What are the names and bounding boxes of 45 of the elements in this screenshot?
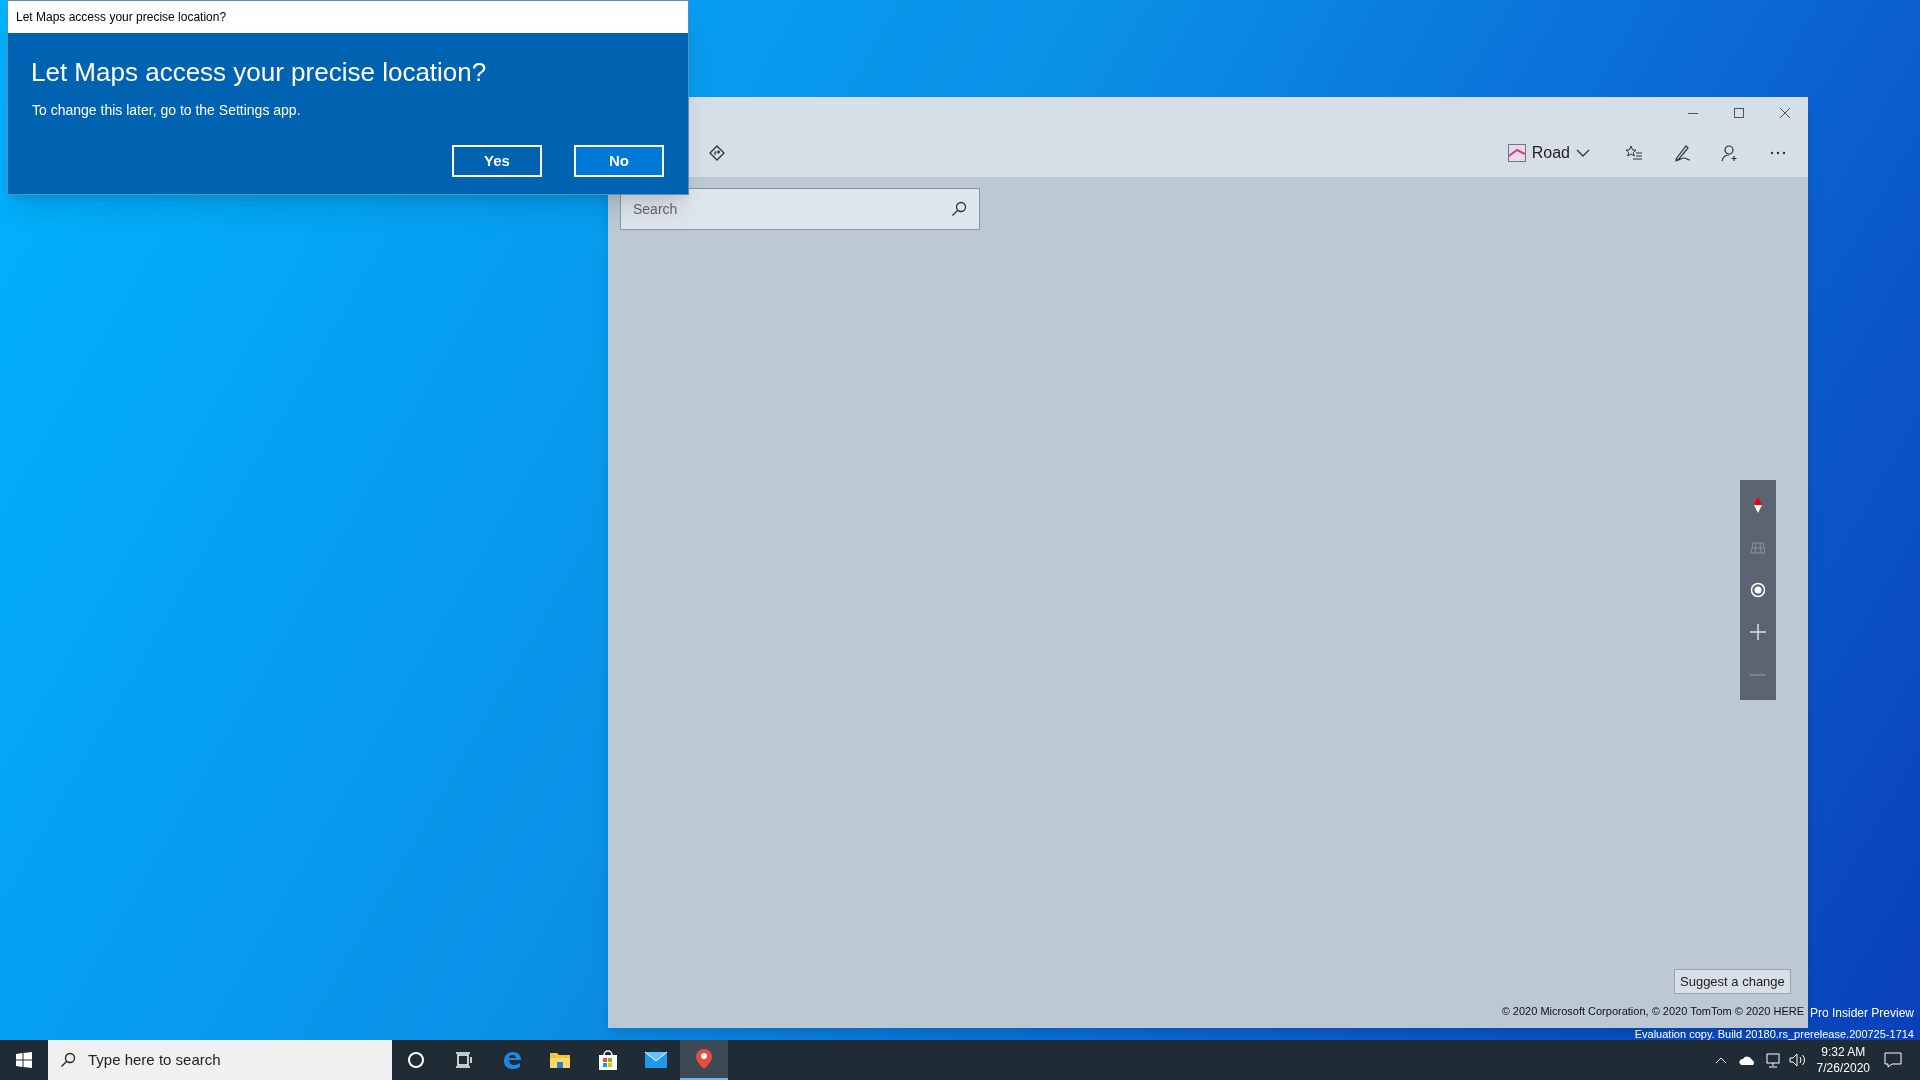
clock-date[interactable]: 7/26/2020 [1816, 1060, 1870, 1076]
search-field[interactable]: Search [633, 198, 951, 220]
network-icon [1764, 1052, 1781, 1068]
close-icon [1780, 108, 1790, 118]
dialog-heading: Let Maps access your precise location? [31, 56, 488, 89]
envelope-icon [644, 1051, 668, 1069]
more-icon [1770, 151, 1786, 155]
copyright-text: © 2020 Microsoft Corporation, © 2020 TomTom © 2020 HERE [1501, 1004, 1804, 1019]
dialog-message: To change this later, go to the Settings app. [32, 101, 302, 120]
e-logo-icon [501, 1049, 523, 1071]
target-icon [1750, 581, 1766, 598]
clock-time[interactable]: 9:32 AM [1821, 1044, 1866, 1060]
desktop-build-text: Evaluation copy. Build 20180.rs_prerelease.200725-1714 [1634, 1028, 1914, 1040]
minimize-icon [1688, 112, 1698, 114]
directions-icon [709, 145, 725, 161]
search-box[interactable]: Search [620, 188, 980, 230]
search-icon [60, 1052, 76, 1068]
dialog-button[interactable]: Yes [452, 145, 542, 177]
maximize-icon [1734, 108, 1744, 118]
chevron-up-icon [1714, 1056, 1727, 1064]
star-list-icon [1625, 145, 1643, 161]
compass-icon [1754, 497, 1762, 514]
plus-icon [1750, 624, 1766, 641]
cloud-icon [1738, 1054, 1757, 1066]
taskbar-search-field[interactable]: Type here to search [88, 1048, 380, 1072]
suggest-change-button[interactable]: Suggest a change [1674, 969, 1791, 994]
chevron-down-icon [1576, 149, 1590, 157]
map-pin-icon [694, 1048, 714, 1070]
task-view-icon [455, 1052, 473, 1068]
map-thumbnail-icon [1507, 144, 1526, 162]
pen-icon [1673, 144, 1691, 162]
shopping-bag-icon [597, 1049, 619, 1071]
dialog-title: Let Maps access your precise location? [8, 1, 688, 33]
desktop-edition-text: Pro Insider Preview [1809, 1006, 1914, 1020]
speaker-icon [1788, 1053, 1807, 1067]
person-plus-icon [1721, 144, 1739, 162]
dialog-button[interactable]: No [574, 145, 664, 177]
circle-icon [407, 1051, 425, 1069]
search-icon [951, 201, 967, 217]
folder-icon [549, 1050, 571, 1070]
taskbar-search-box[interactable]: Type here to search [48, 1040, 392, 1080]
notification-icon [1884, 1052, 1902, 1068]
grid-icon [1750, 541, 1766, 554]
windows-logo-icon [16, 1052, 32, 1068]
map-style-dropdown[interactable]: Road [1503, 137, 1594, 169]
